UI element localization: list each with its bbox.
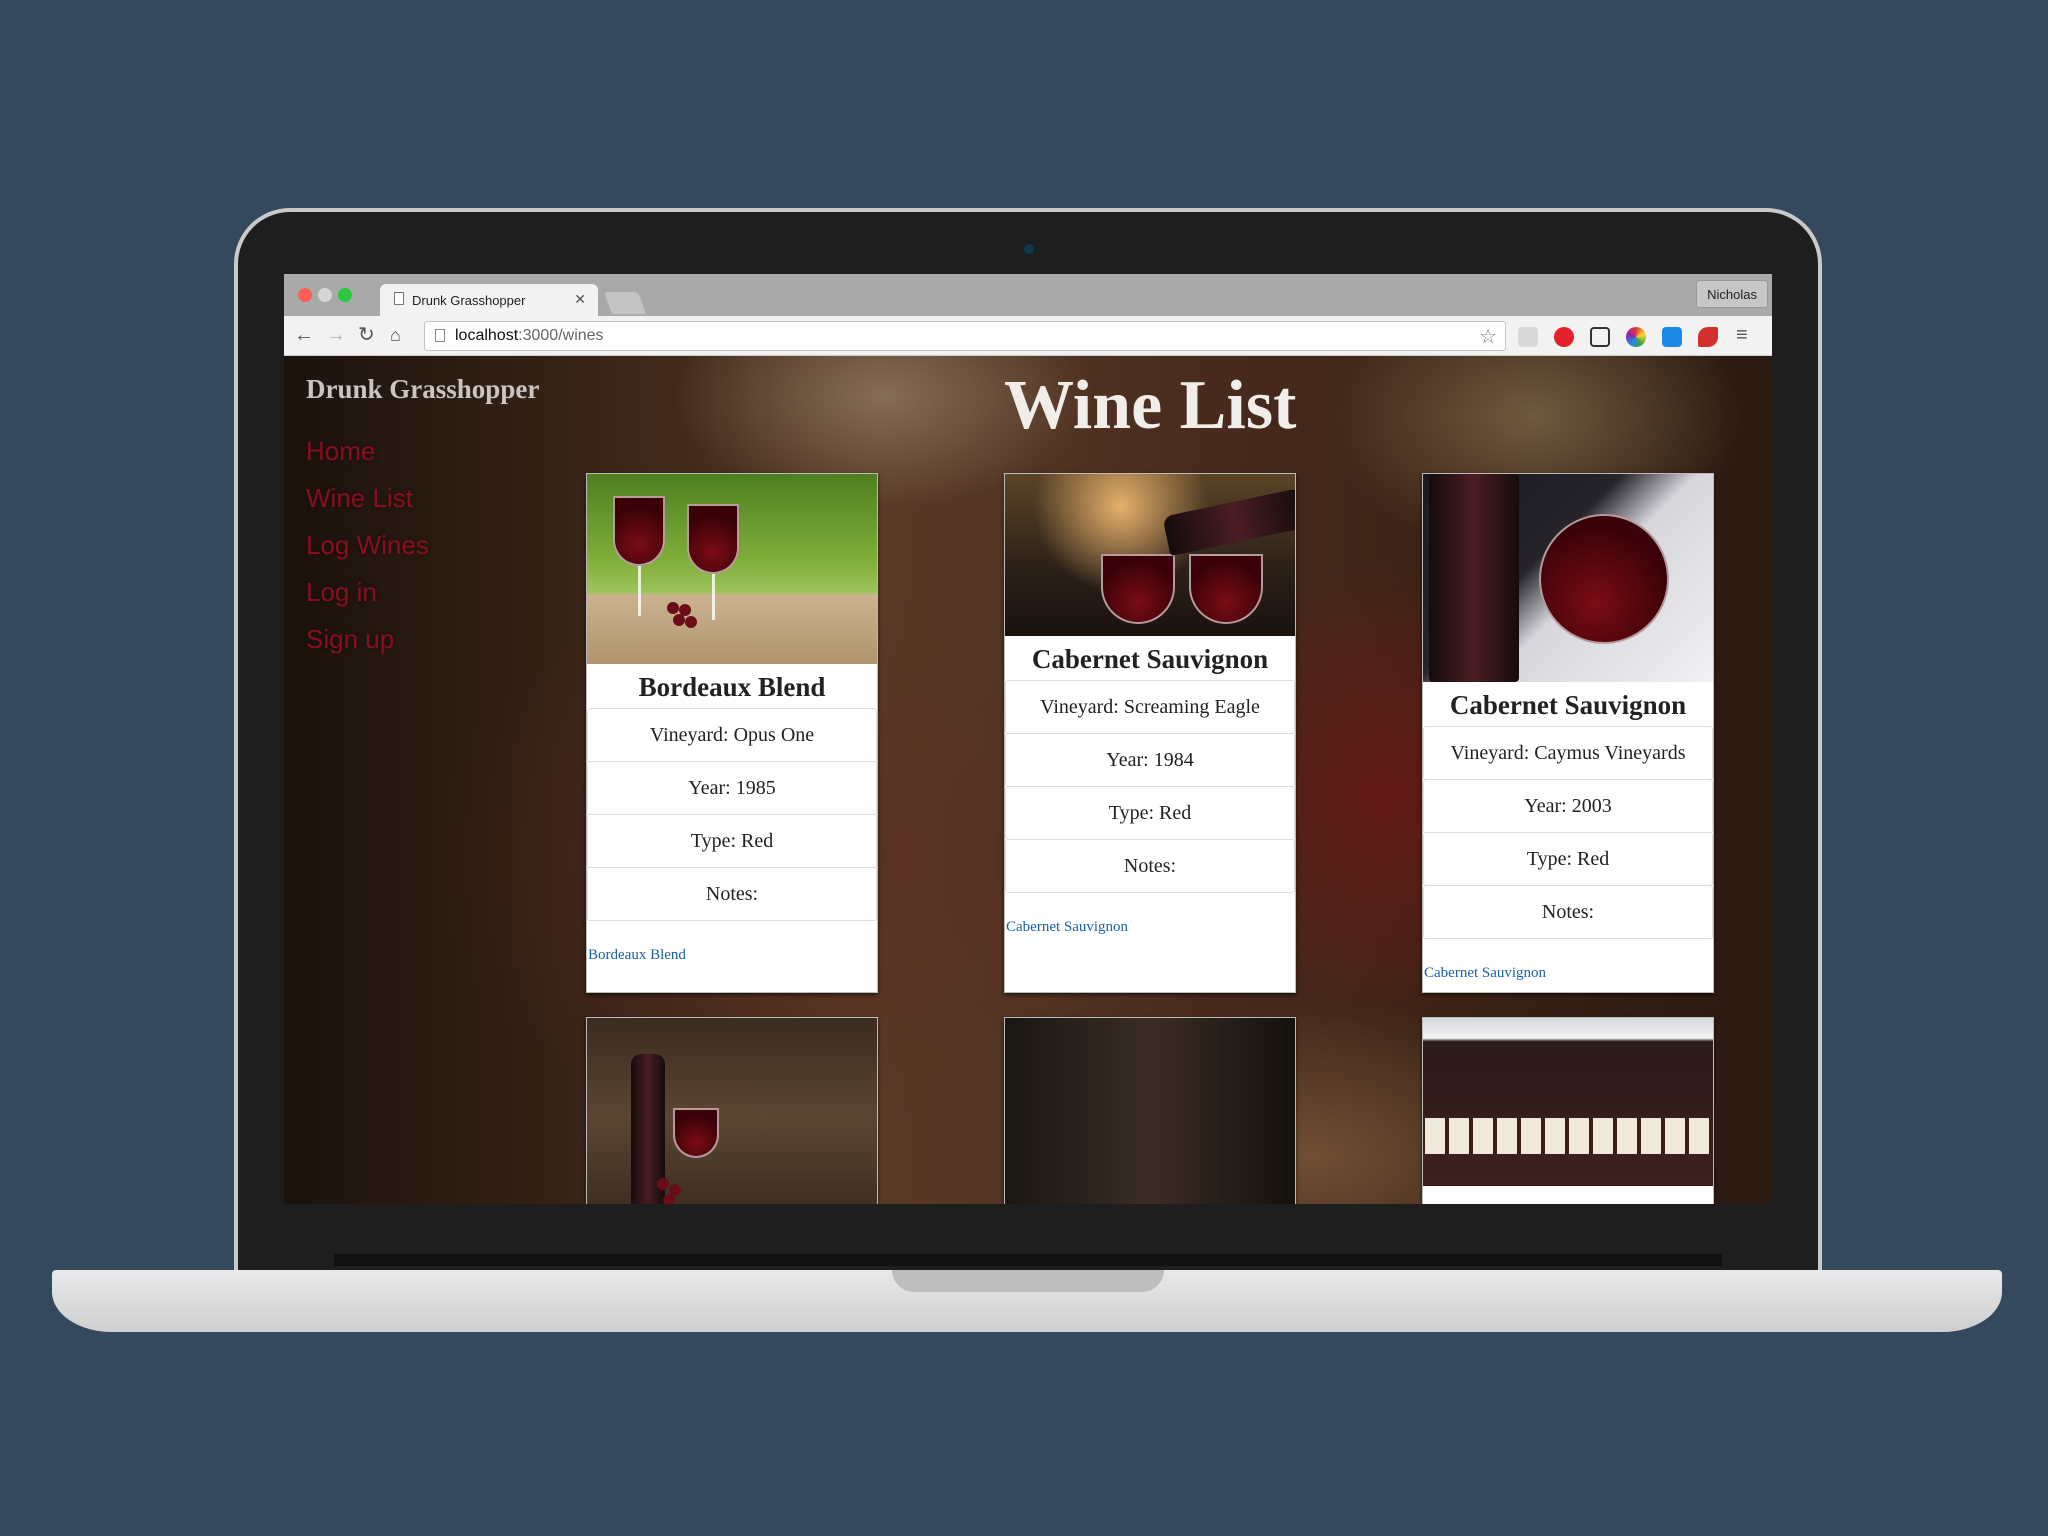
tab-title: Drunk Grasshopper: [412, 293, 526, 308]
back-icon[interactable]: ←: [294, 325, 314, 345]
url-host: localhost: [455, 327, 519, 344]
wine-image: [1423, 1018, 1713, 1186]
new-tab-button[interactable]: [603, 292, 647, 314]
wine-glass-shape: [673, 1108, 719, 1158]
wine-vineyard: Vineyard: Screaming Eagle: [1005, 680, 1295, 734]
maximize-window-icon[interactable]: [338, 288, 352, 302]
browser-toolbar: ← → ↻ ⌂ localhost:3000/wines ☆ ≡: [284, 316, 1772, 356]
extension-copy-icon[interactable]: [1590, 327, 1610, 347]
wine-card: Bordeaux Blend Vineyard: Opus One Year: …: [586, 473, 878, 993]
glass-stem-shape: [712, 574, 715, 620]
extension-pen-icon[interactable]: [1518, 327, 1538, 347]
document-icon: [394, 292, 404, 305]
site-nav: Home Wine List Log Wines Log in Sign up: [306, 436, 429, 671]
wine-card: [586, 1017, 878, 1204]
grape-shape: [685, 616, 697, 628]
wine-glass-shape: [687, 504, 739, 574]
menu-icon[interactable]: ≡: [1736, 325, 1748, 345]
forward-icon[interactable]: →: [326, 325, 346, 345]
wine-name: Cabernet Sauvignon: [1031, 644, 1269, 674]
bookmark-star-icon[interactable]: ☆: [1479, 324, 1497, 349]
nav-home[interactable]: Home: [306, 436, 429, 483]
wine-image: [1005, 1018, 1295, 1204]
wine-card: [1422, 1017, 1714, 1204]
page-icon: [435, 329, 445, 342]
browser-tab-bar: Drunk Grasshopper ✕ Nicholas: [284, 274, 1772, 316]
wine-notes: Notes:: [1005, 839, 1295, 893]
nav-wine-list[interactable]: Wine List: [306, 483, 429, 530]
wine-bottle-shape: [1162, 487, 1295, 557]
minimize-window-icon[interactable]: [318, 288, 332, 302]
address-bar[interactable]: localhost:3000/wines ☆: [424, 321, 1506, 351]
wine-name: Bordeaux Blend: [638, 672, 826, 702]
wine-card: [1004, 1017, 1296, 1204]
wine-glass-shape: [1520, 495, 1688, 663]
page-content: Drunk Grasshopper Home Wine List Log Win…: [284, 356, 1772, 1204]
wine-glass-shape: [613, 496, 665, 566]
close-tab-icon[interactable]: ✕: [574, 291, 586, 308]
extension-opera-icon[interactable]: [1554, 327, 1574, 347]
wine-vineyard: Vineyard: Opus One: [587, 708, 877, 762]
nav-log-in[interactable]: Log in: [306, 577, 429, 624]
wine-image: [587, 1018, 877, 1204]
url-path: :3000/wines: [518, 327, 604, 344]
browser-tab[interactable]: Drunk Grasshopper ✕: [380, 284, 598, 316]
wine-year: Year: 2003: [1423, 779, 1713, 833]
extension-flame-icon[interactable]: [1698, 327, 1718, 347]
wine-card: Cabernet Sauvignon Vineyard: Screaming E…: [1004, 473, 1296, 993]
page-title: Wine List: [1004, 367, 1297, 444]
profile-button[interactable]: Nicholas: [1696, 280, 1768, 308]
wine-link[interactable]: Cabernet Sauvignon: [1423, 965, 1713, 982]
wine-notes: Notes:: [587, 867, 877, 921]
background: Drunk Grasshopper ✕ Nicholas ← → ↻ ⌂ loc…: [0, 0, 2048, 1536]
laptop-notch: [892, 1270, 1164, 1292]
laptop-bezel: [334, 1254, 1722, 1266]
glass-stem-shape: [638, 566, 641, 616]
wine-image: [1423, 474, 1713, 682]
wine-year: Year: 1985: [587, 761, 877, 815]
wine-type: Type: Red: [587, 814, 877, 868]
wine-bottle-shape: [1429, 474, 1519, 682]
home-icon[interactable]: ⌂: [390, 325, 401, 345]
wine-image: [1005, 474, 1295, 636]
wine-vineyard: Vineyard: Caymus Vineyards: [1423, 726, 1713, 780]
wine-type: Type: Red: [1423, 832, 1713, 886]
nav-sign-up[interactable]: Sign up: [306, 624, 429, 671]
grape-shape: [657, 1178, 669, 1190]
reload-icon[interactable]: ↻: [358, 325, 375, 345]
grape-shape: [673, 614, 685, 626]
laptop-screen: Drunk Grasshopper ✕ Nicholas ← → ↻ ⌂ loc…: [284, 274, 1772, 1204]
wine-notes: Notes:: [1423, 885, 1713, 939]
close-window-icon[interactable]: [298, 288, 312, 302]
nav-log-wines[interactable]: Log Wines: [306, 530, 429, 577]
grape-shape: [663, 1194, 675, 1204]
extension-info-icon[interactable]: [1662, 327, 1682, 347]
wine-type: Type: Red: [1005, 786, 1295, 840]
wine-link[interactable]: Cabernet Sauvignon: [1005, 919, 1295, 936]
wine-image: [587, 474, 877, 664]
bottle-labels-shape: [1425, 1118, 1713, 1154]
extension-color-icon[interactable]: [1626, 327, 1646, 347]
camera-icon: [1024, 244, 1034, 254]
grape-shape: [667, 602, 679, 614]
wine-glass-shape: [1101, 554, 1175, 624]
site-brand[interactable]: Drunk Grasshopper: [306, 374, 539, 405]
wine-year: Year: 1984: [1005, 733, 1295, 787]
wine-link[interactable]: Bordeaux Blend: [587, 947, 877, 964]
wine-name: Cabernet Sauvignon: [1449, 690, 1687, 720]
wine-glass-shape: [1189, 554, 1263, 624]
wine-card: Cabernet Sauvignon Vineyard: Caymus Vine…: [1422, 473, 1714, 993]
